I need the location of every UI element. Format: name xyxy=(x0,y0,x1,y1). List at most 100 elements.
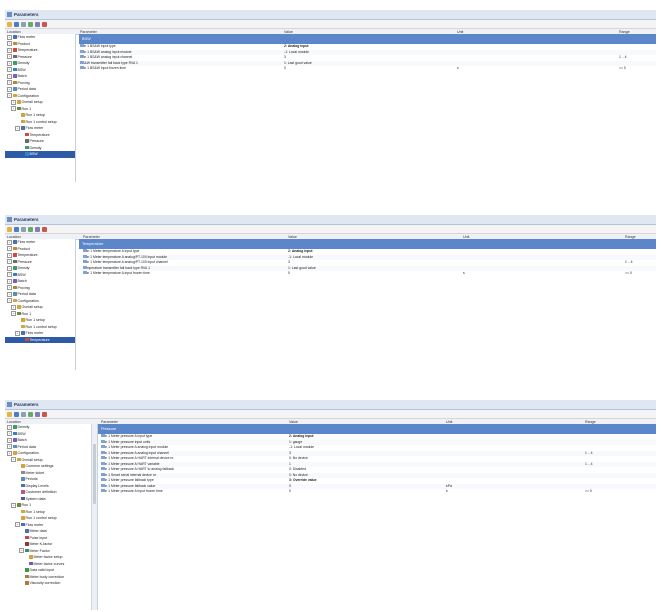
parameter-group-header[interactable]: Pressure xyxy=(98,424,656,434)
panel-title: Parameters xyxy=(14,402,39,407)
expand-toggle-icon[interactable]: + xyxy=(15,125,20,131)
expand-toggle-icon[interactable]: + xyxy=(11,311,16,317)
compare-icon[interactable] xyxy=(35,226,40,232)
print-icon[interactable] xyxy=(21,226,26,232)
expand-toggle-icon[interactable]: + xyxy=(7,54,12,60)
expand-toggle-icon[interactable]: + xyxy=(7,239,12,245)
parameter-icon xyxy=(83,265,87,269)
expand-toggle-icon[interactable]: + xyxy=(11,502,16,508)
range-column-header[interactable]: Range xyxy=(625,235,636,239)
filter-icon[interactable] xyxy=(42,411,47,417)
expand-toggle-icon[interactable]: + xyxy=(7,285,12,291)
parameter-group-header[interactable]: BSW xyxy=(79,34,656,44)
expand-toggle-icon[interactable]: + xyxy=(11,304,16,310)
tree-node-label: Run 1 setup xyxy=(25,318,45,322)
expand-toggle-icon[interactable]: + xyxy=(7,80,12,86)
range-column-header[interactable]: Range xyxy=(585,420,596,424)
expand-toggle-icon[interactable]: + xyxy=(19,548,24,554)
expand-toggle-icon[interactable]: + xyxy=(11,457,16,463)
parameter-row[interactable]: Run 1 BS&W input frozen time 0 s >= 0 xyxy=(79,66,656,72)
expand-toggle-icon[interactable]: + xyxy=(7,60,12,66)
expand-toggle-icon[interactable]: + xyxy=(7,67,12,73)
tree-node-label: Density xyxy=(29,145,42,150)
expand-toggle-icon[interactable]: + xyxy=(7,265,12,271)
tree-node[interactable]: +Temperature xyxy=(5,336,75,343)
open-icon[interactable] xyxy=(7,21,12,27)
compare-icon[interactable] xyxy=(35,21,40,27)
filter-icon[interactable] xyxy=(42,21,47,27)
parameter-value-cell[interactable]: 0 xyxy=(288,271,290,277)
tree-node-label: Flow meter xyxy=(17,240,36,244)
tree-node-label: Configuration xyxy=(17,298,39,303)
expand-toggle-icon[interactable]: + xyxy=(7,93,12,99)
tree-node-label: Batch xyxy=(17,438,27,442)
expand-toggle-icon[interactable]: + xyxy=(11,99,16,105)
expand-toggle-icon[interactable]: + xyxy=(7,47,12,53)
unit-column-header[interactable]: Unit xyxy=(446,420,452,424)
thermometer-icon xyxy=(25,337,29,342)
expand-toggle-icon[interactable]: + xyxy=(7,298,12,304)
filter-icon[interactable] xyxy=(42,226,47,232)
location-column-header[interactable]: Location xyxy=(7,420,21,424)
tree-node-label: Pressure xyxy=(17,259,32,264)
save-icon[interactable] xyxy=(14,21,19,27)
refresh-icon[interactable] xyxy=(28,411,33,417)
wrench-icon xyxy=(17,457,21,462)
value-column-header[interactable]: Value xyxy=(289,420,298,424)
expand-toggle-icon[interactable]: + xyxy=(7,444,12,450)
save-icon[interactable] xyxy=(14,411,19,417)
value-column-header[interactable]: Value xyxy=(288,235,297,239)
expand-toggle-icon[interactable]: + xyxy=(7,272,12,278)
open-icon[interactable] xyxy=(7,226,12,232)
save-icon[interactable] xyxy=(14,226,19,232)
panel-titlebar: Parameters xyxy=(5,400,656,410)
expand-toggle-icon[interactable]: + xyxy=(7,450,12,456)
unit-column-header[interactable]: Unit xyxy=(457,30,463,34)
parameter-column-header[interactable]: Parameter xyxy=(83,235,100,239)
parameter-icon xyxy=(101,483,105,487)
parameter-column-header[interactable]: Parameter xyxy=(80,30,97,34)
expand-toggle-icon[interactable]: + xyxy=(7,73,12,79)
parameter-column-header[interactable]: Parameter xyxy=(101,420,118,424)
tree-node[interactable]: +Viscosity correction xyxy=(5,580,97,587)
expand-toggle-icon[interactable]: + xyxy=(7,437,12,443)
expand-toggle-icon[interactable]: + xyxy=(15,522,20,528)
tree-node-label: Temperature xyxy=(29,132,50,137)
refresh-icon[interactable] xyxy=(28,21,33,27)
parameter-row[interactable]: Run 1 Meter temperature A input frozen t… xyxy=(79,271,656,277)
bsw-icon xyxy=(13,272,17,277)
expand-toggle-icon[interactable]: + xyxy=(7,252,12,258)
expand-toggle-icon[interactable]: + xyxy=(7,34,12,40)
expand-toggle-icon[interactable]: + xyxy=(7,291,12,297)
print-icon[interactable] xyxy=(21,411,26,417)
compare-icon[interactable] xyxy=(35,411,40,417)
parameters-panel: Parameters Location Parameter Value Unit… xyxy=(5,215,656,370)
tree-node-label: Run 1 control setup xyxy=(25,516,57,520)
tree-node-label: Configuration xyxy=(17,451,39,455)
parameter-name: Run 1 BS&W input type xyxy=(80,44,116,48)
parameter-row[interactable]: Run 1 Meter pressure A input frozen time… xyxy=(98,489,656,495)
expand-toggle-icon[interactable]: + xyxy=(15,330,20,336)
expand-toggle-icon[interactable]: + xyxy=(7,278,12,284)
parameter-icon xyxy=(80,44,84,47)
expand-toggle-icon[interactable]: + xyxy=(7,424,12,430)
value-column-header[interactable]: Value xyxy=(284,30,293,34)
expand-toggle-icon[interactable]: + xyxy=(7,86,12,92)
range-column-header[interactable]: Range xyxy=(619,30,630,34)
parameter-group-header[interactable]: Temperature xyxy=(79,239,656,249)
unit-column-header[interactable]: Unit xyxy=(463,235,469,239)
expand-toggle-icon[interactable]: + xyxy=(7,259,12,265)
tree-node-label: System data xyxy=(25,496,46,501)
expand-toggle-icon[interactable]: + xyxy=(7,41,12,47)
parameter-value-cell[interactable]: 0 xyxy=(284,66,286,72)
tree-node[interactable]: +BSW xyxy=(5,151,75,158)
open-icon[interactable] xyxy=(7,411,12,417)
expand-toggle-icon[interactable]: + xyxy=(11,106,16,112)
print-icon[interactable] xyxy=(21,21,26,27)
expand-toggle-icon[interactable]: + xyxy=(7,246,12,252)
location-column-header[interactable]: Location xyxy=(7,235,21,239)
refresh-icon[interactable] xyxy=(28,226,33,232)
location-column-header[interactable]: Location xyxy=(7,30,21,34)
expand-toggle-icon[interactable]: + xyxy=(7,431,12,437)
parameter-value-cell[interactable]: 0 xyxy=(289,489,291,495)
